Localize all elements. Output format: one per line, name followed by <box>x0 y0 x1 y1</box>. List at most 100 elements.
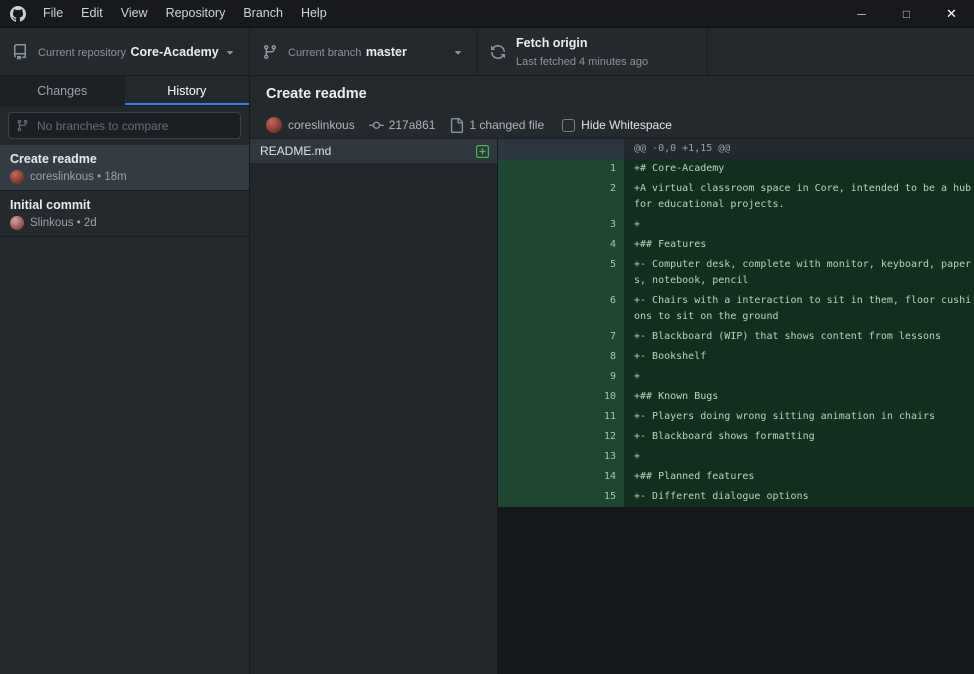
diff-line-text: + <box>624 367 974 387</box>
minimize-button[interactable]: ─ <box>839 0 884 27</box>
commit-meta: Slinkous • 2d <box>10 216 239 230</box>
tab-changes[interactable]: Changes <box>0 76 125 105</box>
diff-line-number: 9 <box>561 367 624 387</box>
diff-line-number: 7 <box>561 327 624 347</box>
avatar <box>266 117 282 133</box>
close-button[interactable]: ✕ <box>929 0 974 27</box>
avatar <box>10 216 24 230</box>
menu-item-repository[interactable]: Repository <box>157 0 235 27</box>
diff-line-text: +## Known Bugs <box>624 387 974 407</box>
diff-line-number: 12 <box>561 427 624 447</box>
diff-line-number: 5 <box>561 255 624 291</box>
github-desktop-window: FileEditViewRepositoryBranchHelp ─ □ ✕ C… <box>0 0 974 674</box>
fetch-origin-text: Fetch origin Last fetched 4 minutes ago <box>516 34 695 70</box>
commit-author: coreslinkous <box>288 118 355 132</box>
current-repository-label: Current repository <box>38 47 126 59</box>
diff-line-text: +- Blackboard shows formatting <box>624 427 974 447</box>
commit-meta: coreslinkous • 18m <box>10 170 239 184</box>
diff-line-text: +A virtual classroom space in Core, inte… <box>624 179 974 215</box>
current-branch-selector[interactable]: Current branch master <box>250 28 478 75</box>
branch-compare-input[interactable] <box>8 112 241 139</box>
commit-detail-meta: coreslinkous 217a861 1 changed file Hide… <box>250 112 974 139</box>
toolbar: Current repository Core-Academy Current … <box>0 28 974 76</box>
diff-added-icon <box>476 145 489 158</box>
diff-gutter-old <box>498 215 561 235</box>
diff-line-number: 10 <box>561 387 624 407</box>
hunk-gutter-new <box>561 139 624 159</box>
commit-sha: 217a861 <box>389 118 436 132</box>
diff-hunk-header: @@ -0,0 +1,15 @@ <box>498 139 974 159</box>
diff-line-4: 4+## Features <box>498 235 974 255</box>
diff-line-text: +- Bookshelf <box>624 347 974 367</box>
file-name: README.md <box>260 144 476 158</box>
changed-files-panel: README.md <box>250 139 498 674</box>
maximize-button[interactable]: □ <box>884 0 929 27</box>
file-list-item-readme[interactable]: README.md <box>250 139 497 163</box>
file-icon <box>449 118 464 133</box>
diff-gutter-old <box>498 159 561 179</box>
menu-item-file[interactable]: File <box>34 0 72 27</box>
diff-line-number: 4 <box>561 235 624 255</box>
commit-content: README.md @@ -0,0 +1,15 @@1+# Core-Acade… <box>250 139 974 674</box>
current-branch-label: Current branch <box>288 47 361 59</box>
main-panel: Create readme coreslinkous 217a861 1 cha… <box>250 76 974 674</box>
menu-items: FileEditViewRepositoryBranchHelp <box>34 0 336 27</box>
diff-line-text: +## Planned features <box>624 467 974 487</box>
diff-line-text: +- Computer desk, complete with monitor,… <box>624 255 974 291</box>
diff-line-number: 13 <box>561 447 624 467</box>
commit-list-item[interactable]: Create readme coreslinkous • 18m <box>0 145 249 191</box>
diff-view: @@ -0,0 +1,15 @@1+# Core-Academy2+A virt… <box>498 139 974 674</box>
diff-line-number: 6 <box>561 291 624 327</box>
commit-title: Create readme <box>10 152 239 166</box>
commit-title: Initial commit <box>10 198 239 212</box>
diff-line-number: 8 <box>561 347 624 367</box>
hunk-gutter-old <box>498 139 561 159</box>
diff-line-number: 15 <box>561 487 624 507</box>
menu-item-edit[interactable]: Edit <box>72 0 112 27</box>
diff-gutter-old <box>498 255 561 291</box>
diff-gutter-old <box>498 467 561 487</box>
diff-line-number: 14 <box>561 467 624 487</box>
diff-line-number: 3 <box>561 215 624 235</box>
window-controls: ─ □ ✕ <box>839 0 974 27</box>
diff-gutter-old <box>498 367 561 387</box>
commit-list-item[interactable]: Initial commit Slinkous • 2d <box>0 191 249 237</box>
hide-whitespace-label[interactable]: Hide Whitespace <box>581 118 672 132</box>
diff-line-text: +## Features <box>624 235 974 255</box>
diff-gutter-old <box>498 427 561 447</box>
commit-meta-text: Slinkous • 2d <box>30 217 97 229</box>
avatar <box>10 170 24 184</box>
diff-line-text: + <box>624 447 974 467</box>
menu-item-view[interactable]: View <box>112 0 157 27</box>
current-repository-selector[interactable]: Current repository Core-Academy <box>0 28 250 75</box>
diff-line-15: 15+- Different dialogue options <box>498 487 974 507</box>
diff-line-6: 6+- Chairs with a interaction to sit in … <box>498 291 974 327</box>
menu-item-help[interactable]: Help <box>292 0 336 27</box>
changed-files-count: 1 changed file <box>469 118 544 132</box>
diff-line-9: 9+ <box>498 367 974 387</box>
diff-gutter-old <box>498 291 561 327</box>
hunk-header-text: @@ -0,0 +1,15 @@ <box>624 139 974 159</box>
tab-history[interactable]: History <box>125 76 250 105</box>
current-repository-text: Current repository Core-Academy <box>38 43 219 61</box>
diff-line-text: +- Players doing wrong sitting animation… <box>624 407 974 427</box>
diff-line-text: +- Blackboard (WIP) that shows content f… <box>624 327 974 347</box>
menu-bar: FileEditViewRepositoryBranchHelp ─ □ ✕ <box>0 0 974 28</box>
menu-item-branch[interactable]: Branch <box>234 0 292 27</box>
repo-icon <box>12 44 28 60</box>
diff-line-2: 2+A virtual classroom space in Core, int… <box>498 179 974 215</box>
diff-line-3: 3+ <box>498 215 974 235</box>
diff-gutter-old <box>498 235 561 255</box>
fetch-origin-button[interactable]: Fetch origin Last fetched 4 minutes ago <box>478 28 708 75</box>
app-body: Changes History Create readme coreslinkou… <box>0 76 974 674</box>
hide-whitespace-checkbox[interactable] <box>562 119 575 132</box>
sidebar-tabs: Changes History <box>0 76 249 106</box>
diff-line-5: 5+- Computer desk, complete with monitor… <box>498 255 974 291</box>
fetch-origin-subtitle: Last fetched 4 minutes ago <box>516 56 648 68</box>
git-branch-icon <box>262 44 278 60</box>
diff-line-10: 10+## Known Bugs <box>498 387 974 407</box>
diff-gutter-old <box>498 327 561 347</box>
commit-list: Create readme coreslinkous • 18m Initial c… <box>0 145 249 674</box>
current-branch-text: Current branch master <box>288 43 407 61</box>
diff-line-7: 7+- Blackboard (WIP) that shows content … <box>498 327 974 347</box>
